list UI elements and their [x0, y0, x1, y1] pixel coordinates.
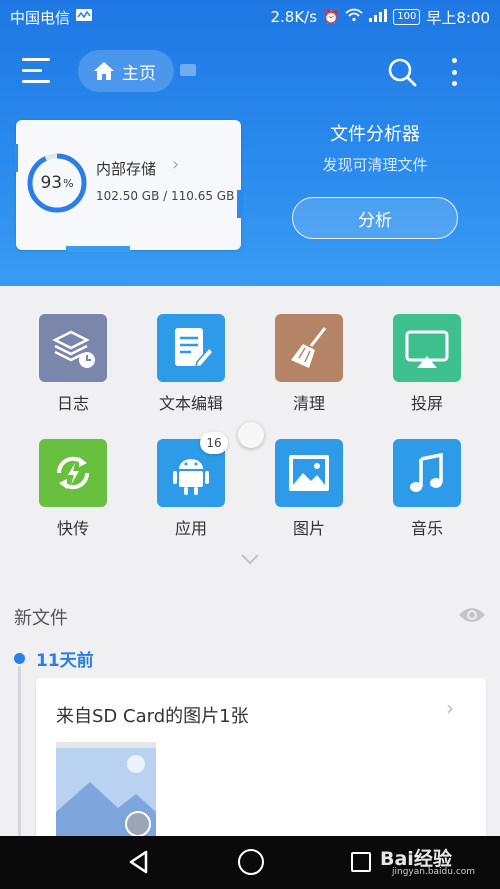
more-options-icon[interactable] [448, 56, 460, 88]
tool-label: 投屏 [410, 394, 443, 413]
new-files-title: 新文件 [14, 608, 68, 629]
tool-transfer[interactable]: 快传 [14, 425, 134, 538]
internal-storage-card[interactable]: 93% 内部存储 › 102.50 GB / 110.65 GB [14, 120, 241, 252]
storage-percent: 93% [26, 152, 88, 214]
tool-pictures[interactable]: 图片 [250, 425, 370, 538]
app-bar: 主页 [0, 40, 500, 104]
tool-cast[interactable]: 投屏 [368, 300, 488, 413]
back-icon[interactable] [126, 849, 152, 875]
card-notch [66, 246, 130, 252]
storage-percent-value: 93 [40, 173, 63, 193]
file-card-title: 来自SD Card的图片1张 [56, 706, 249, 727]
cast-icon [393, 314, 461, 382]
tool-text-edit[interactable]: 文本编辑 [132, 300, 252, 413]
card-notch [14, 144, 18, 172]
music-icon [393, 439, 461, 507]
time-group-label: 11天前 [36, 651, 94, 671]
broom-icon [275, 314, 343, 382]
signal-icon [369, 8, 388, 26]
wifi-icon [345, 8, 363, 26]
tool-label: 清理 [292, 394, 325, 413]
card-notch [237, 190, 241, 218]
text-edit-icon [157, 314, 225, 382]
activity-icon [76, 9, 93, 25]
storage-title: 内部存储 [96, 160, 157, 178]
log-icon [39, 314, 107, 382]
battery-indicator: 100 [393, 9, 421, 25]
chevron-down-icon[interactable] [240, 552, 260, 566]
image-thumbnail[interactable] [56, 742, 156, 842]
tool-apps[interactable]: 应用 [132, 425, 252, 538]
tool-label: 文本编辑 [158, 394, 223, 413]
carrier-label: 中国电信 [10, 8, 71, 27]
analyzer-title: 文件分析器 [330, 124, 420, 145]
network-speed: 2.8K/s [270, 8, 318, 26]
search-icon[interactable] [386, 56, 418, 88]
menu-icon[interactable] [22, 58, 52, 84]
tool-label: 日志 [56, 394, 89, 413]
tool-label: 音乐 [410, 519, 443, 538]
tool-clean[interactable]: 清理 [250, 300, 370, 413]
watermark-url: jingyan.baidu.com [392, 867, 476, 877]
transfer-icon [39, 439, 107, 507]
analyzer-subtitle: 发现可清理文件 [322, 156, 428, 174]
loading-indicator [238, 422, 264, 448]
home-icon [94, 62, 114, 80]
status-bar: 中国电信 2.8K/s ⏰ 100 早上8:00 [0, 0, 500, 34]
tool-music[interactable]: 音乐 [368, 425, 488, 538]
tool-label: 快传 [56, 519, 89, 538]
picture-icon [275, 439, 343, 507]
home-label: 主页 [122, 63, 156, 84]
chevron-right-icon: › [446, 696, 454, 720]
analyze-button[interactable]: 分析 [292, 197, 458, 239]
path-indicator [180, 64, 196, 76]
storage-percent-sign: % [63, 176, 74, 190]
system-nav-bar: Bai经验 jingyan.baidu.com [0, 836, 500, 889]
apps-count-badge: 16 [200, 432, 228, 454]
clock: 早上8:00 [426, 8, 490, 27]
new-file-card[interactable]: 来自SD Card的图片1张 › [36, 678, 486, 848]
eye-icon[interactable] [458, 604, 486, 626]
home-nav-icon[interactable] [238, 849, 264, 875]
recent-apps-icon[interactable] [351, 852, 371, 872]
home-breadcrumb-button[interactable]: 主页 [78, 50, 174, 92]
timeline-dot [14, 653, 25, 664]
alarm-icon: ⏰ [323, 9, 340, 25]
chevron-right-icon: › [172, 154, 180, 175]
tool-label: 应用 [174, 519, 207, 538]
storage-size: 102.50 GB / 110.65 GB [96, 189, 235, 203]
tool-label: 图片 [292, 519, 325, 538]
timeline-line [18, 666, 21, 846]
tool-log[interactable]: 日志 [14, 300, 134, 413]
